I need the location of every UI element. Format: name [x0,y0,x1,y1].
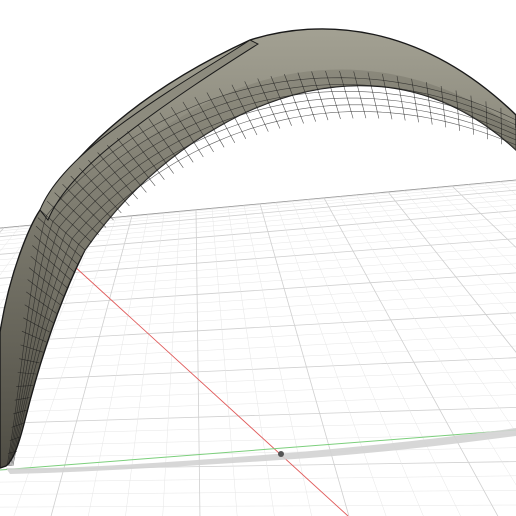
grid-line-depth [260,204,350,516]
origin-point[interactable] [278,451,284,457]
grid-line-horizontal [0,382,516,402]
3d-scene[interactable] [0,0,516,516]
grid-line-horizontal [0,335,516,361]
model-ground-shadow [6,428,516,474]
grid-line-depth [404,190,516,516]
surface-mesh-edges [7,71,516,466]
grid-line-depth [372,193,516,516]
arch-body[interactable] [0,29,516,468]
grid-line-horizontal [0,292,516,324]
y-axis-line [0,430,516,470]
grid-line-depth [308,199,463,516]
grid-line-depth [196,210,200,516]
grid-line-horizontal [0,358,516,381]
grid-line-horizontal [0,282,516,316]
grid-line-depth [244,205,313,516]
grid-line-depth [163,211,181,516]
grid-line-horizontal [0,476,516,482]
grid-line-horizontal [0,505,516,507]
grid-line-horizontal [0,490,516,494]
grid-line-depth [436,187,516,516]
grid-line-depth [388,192,516,516]
grid-line-horizontal [0,370,516,391]
grid-line-depth [340,196,516,516]
grid-line-horizontal [0,273,516,308]
grid-line-depth [292,201,425,516]
grid-line-depth [324,198,500,516]
grid-line-depth [276,202,388,516]
grid-line-horizontal [0,421,516,435]
grid-line-depth [212,208,238,516]
3d-canvas-viewport[interactable] [0,0,516,516]
grid-line-depth [356,195,516,516]
grid-line-depth [420,189,516,516]
grid-line-depth [228,207,275,516]
